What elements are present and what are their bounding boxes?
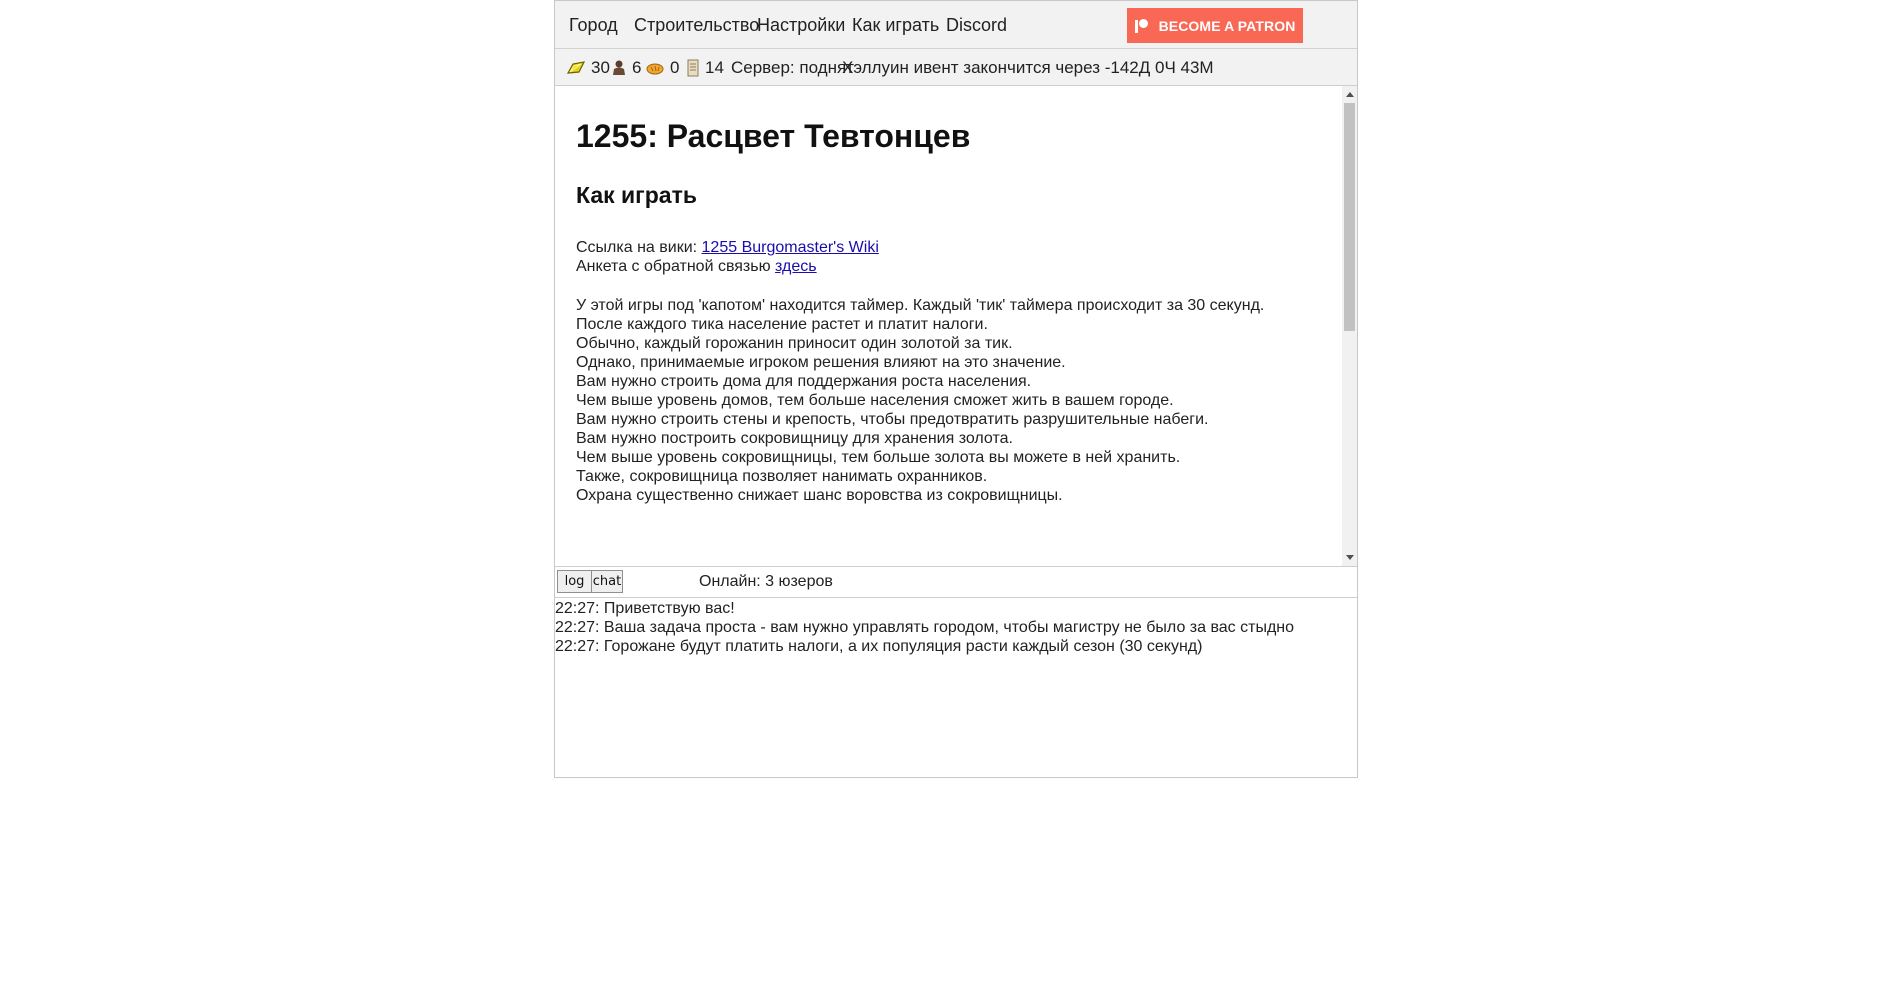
- nav-city[interactable]: Город: [569, 15, 618, 36]
- gold-resource: 30: [567, 58, 610, 78]
- tab-chat[interactable]: chat: [591, 570, 623, 593]
- scroll-thumb[interactable]: [1344, 103, 1355, 331]
- nav-how-to-play[interactable]: Как играть: [852, 15, 939, 36]
- paragraph-line: Чем выше уровень домов, тем больше насел…: [576, 392, 1174, 409]
- paragraph-line: Чем выше уровень сокровищницы, тем больш…: [576, 449, 1181, 466]
- content-scrollbar[interactable]: [1342, 86, 1357, 566]
- top-navbar: Город Строительство Настройки Как играть…: [555, 0, 1357, 49]
- survey-link[interactable]: здесь: [775, 258, 817, 275]
- paragraph-line: Вам нужно построить сокровищницу для хра…: [576, 430, 1013, 447]
- scroll-resource: 14: [687, 58, 724, 78]
- paragraph-line: У этой игры под 'капотом' находится тайм…: [576, 297, 1265, 314]
- message-log: 22:27: Приветствую вас! 22:27: Ваша зада…: [555, 598, 1357, 776]
- survey-line: Анкета с обратной связью здесь: [576, 257, 817, 277]
- scroll-icon: [687, 59, 699, 77]
- bread-value: 0: [670, 58, 680, 77]
- patreon-icon: [1134, 18, 1148, 33]
- game-window: Город Строительство Настройки Как играть…: [554, 0, 1358, 778]
- scroll-value: 14: [705, 58, 724, 77]
- paragraph-line: Вам нужно строить стены и крепость, чтоб…: [576, 411, 1209, 428]
- log-entry: 22:27: Ваша задача проста - вам нужно уп…: [555, 619, 1295, 636]
- log-entry: 22:27: Приветствую вас!: [555, 600, 735, 617]
- survey-prefix: Анкета с обратной связью: [576, 258, 776, 275]
- scroll-up-arrow-icon[interactable]: [1346, 92, 1354, 97]
- server-status: Сервер: поднят: [731, 58, 854, 77]
- population-value: 6: [632, 58, 642, 77]
- paragraph-line: После каждого тика население растет и пл…: [576, 316, 988, 333]
- wiki-line: Ссылка на вики: 1255 Burgomaster's Wiki: [576, 238, 879, 258]
- wiki-prefix: Ссылка на вики:: [576, 239, 702, 256]
- patron-label: BECOME A PATRON: [1158, 17, 1296, 34]
- paragraph-line: Также, сокровищница позволяет нанимать о…: [576, 468, 988, 485]
- wiki-link[interactable]: 1255 Burgomaster's Wiki: [702, 239, 879, 256]
- log-chat-tabs: log chat Онлайн: 3 юзеров: [555, 567, 1357, 598]
- paragraph-line: Вам нужно строить дома для поддержания р…: [576, 373, 1032, 390]
- paragraph-line: Однако, принимаемые игроком решения влия…: [576, 354, 1066, 371]
- online-count: Онлайн: 3 юзеров: [699, 573, 833, 590]
- resource-bar: 30 6 0 14 Сервер: поднят Хэллуин ивент з…: [555, 49, 1357, 86]
- gold-icon: [567, 61, 585, 74]
- gold-value: 30: [591, 58, 610, 77]
- main-content[interactable]: 1255: Расцвет Тевтонцев Как играть Ссылк…: [555, 86, 1357, 567]
- nav-building[interactable]: Строительство: [634, 15, 759, 36]
- peasant-icon: [613, 60, 625, 75]
- paragraph-line: Обычно, каждый горожанин приносит один з…: [576, 335, 1013, 352]
- event-timer: Хэллуин ивент закончится через -142Д 0Ч …: [842, 58, 1214, 77]
- nav-discord[interactable]: Discord: [946, 15, 1007, 36]
- nav-settings[interactable]: Настройки: [757, 15, 845, 36]
- scroll-down-arrow-icon[interactable]: [1346, 555, 1354, 560]
- paragraph-line: Охрана существенно снижает шанс воровств…: [576, 487, 1063, 504]
- population-resource: 6: [612, 58, 641, 78]
- become-patron-button[interactable]: BECOME A PATRON: [1127, 8, 1303, 43]
- tab-log[interactable]: log: [557, 570, 592, 593]
- bread-resource: 0: [646, 58, 679, 78]
- bread-icon: [646, 63, 664, 75]
- log-entry: 22:27: Горожане будут платить налоги, а …: [555, 638, 1203, 655]
- page-title: 1255: Расцвет Тевтонцев: [576, 118, 971, 154]
- section-heading: Как играть: [576, 182, 697, 208]
